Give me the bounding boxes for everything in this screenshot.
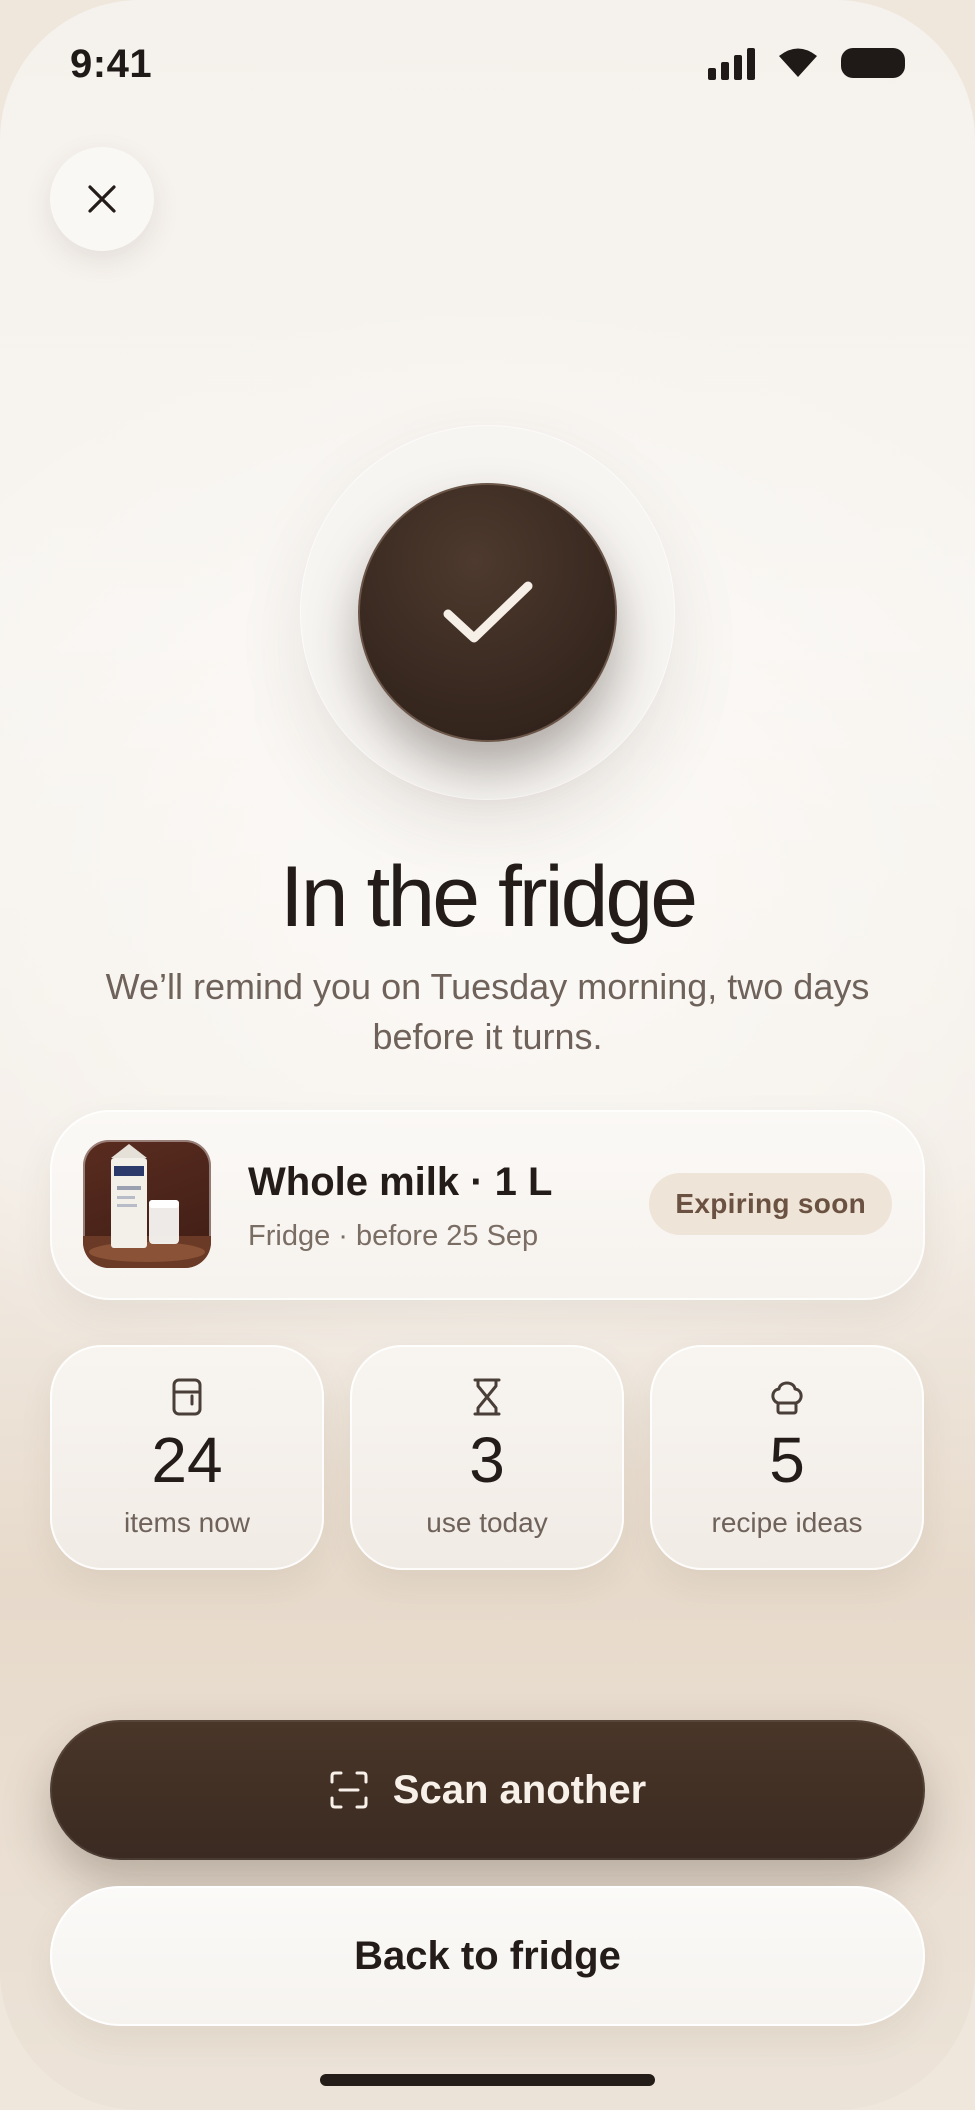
scan-another-button[interactable]: Scan another (50, 1720, 925, 1860)
status-time: 9:41 (70, 42, 153, 86)
battery-icon (841, 48, 905, 78)
hourglass-icon (473, 1378, 501, 1416)
product-card[interactable]: Whole milk · 1 L Fridge · before 25 Sep … (50, 1110, 925, 1300)
product-name: Whole milk · 1 L (248, 1160, 553, 1204)
scan-another-label: Scan another (392, 1767, 647, 1812)
stat-value: 24 (151, 1424, 223, 1496)
signal-icon (708, 46, 755, 80)
stat-card-recipes[interactable]: 5 recipe ideas (650, 1345, 924, 1570)
status-icons (708, 40, 905, 86)
stat-label: items now (123, 1507, 251, 1538)
success-badge (358, 483, 617, 742)
page-subtitle: We’ll remind you on Tuesday morning, two… (105, 966, 870, 1057)
stat-value: 5 (769, 1424, 805, 1496)
stat-card-items[interactable]: 24 items now (50, 1345, 324, 1570)
milk-carton-image (83, 1140, 211, 1268)
product-meta: Fridge · before 25 Sep (248, 1220, 539, 1252)
back-to-fridge-button[interactable]: Back to fridge (50, 1886, 925, 2026)
stat-value: 3 (469, 1424, 505, 1496)
stat-label: use today (426, 1507, 548, 1538)
wifi-icon (779, 48, 817, 77)
checkmark-icon (443, 581, 532, 642)
status-badge: Expiring soon (649, 1173, 892, 1235)
home-indicator[interactable] (320, 2074, 655, 2086)
chef-hat-icon (771, 1381, 803, 1415)
scan-icon (330, 1771, 368, 1809)
fridge-icon (172, 1378, 202, 1416)
back-to-fridge-label: Back to fridge (354, 1933, 621, 1978)
stat-card-use-today[interactable]: 3 use today (350, 1345, 624, 1570)
page-title: In the fridge (279, 849, 698, 945)
close-button[interactable] (50, 147, 154, 251)
close-icon (88, 185, 116, 213)
stat-label: recipe ideas (711, 1507, 863, 1538)
app-screen: 9:41 In the fridge We’ll remind you on T… (0, 0, 975, 2110)
